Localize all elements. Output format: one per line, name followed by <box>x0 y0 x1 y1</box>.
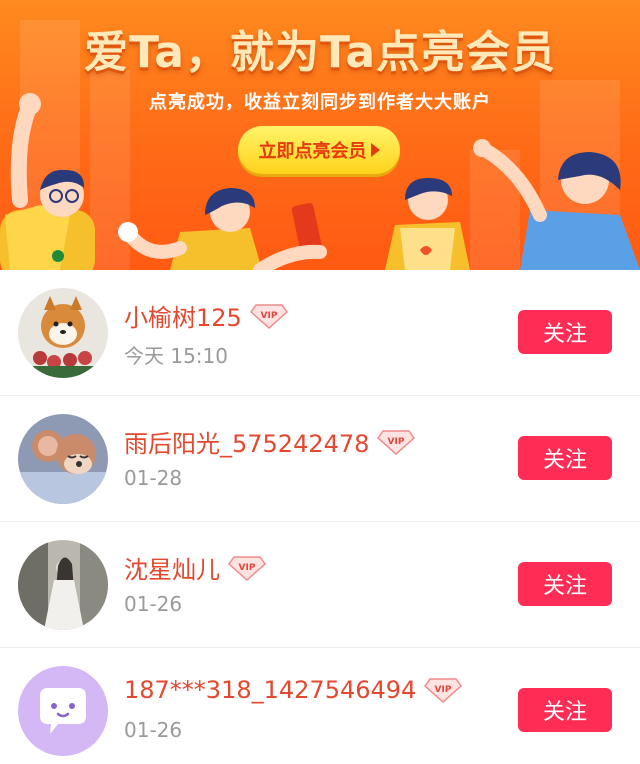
play-arrow-icon <box>370 143 380 157</box>
vip-diamond-icon <box>250 303 288 329</box>
list-item[interactable]: 187***318_1427546494 01-26 关注 <box>0 648 640 764</box>
chat-bubble-default-avatar-image <box>18 666 108 756</box>
follower-list: 小榆树125 今天 15:10 关注 雨后阳光_575242478 01-28 … <box>0 270 640 764</box>
follow-time: 今天 15:10 <box>124 344 228 368</box>
avatar[interactable] <box>18 288 108 378</box>
follow-time: 01-28 <box>124 466 183 490</box>
banner-subtitle: 点亮成功，收益立刻同步到作者大大账户 <box>149 92 491 113</box>
username[interactable]: 小榆树125 <box>124 298 242 333</box>
list-item[interactable]: 雨后阳光_575242478 01-28 关注 <box>0 396 640 522</box>
vip-diamond-icon <box>377 429 415 455</box>
follow-time: 01-26 <box>124 592 183 616</box>
avatar[interactable] <box>18 414 108 504</box>
vip-diamond-icon <box>424 677 462 703</box>
username[interactable]: 187***318_1427546494 <box>124 676 416 704</box>
vip-diamond-icon <box>228 555 266 581</box>
follow-button[interactable]: 关注 <box>518 562 612 606</box>
light-up-membership-button[interactable]: 立即点亮会员 <box>238 126 400 174</box>
follow-time: 01-26 <box>124 718 183 742</box>
cartoon-mouse-avatar-image <box>18 414 108 504</box>
banner-title: 爱Ta，就为Ta点亮会员 <box>83 27 557 78</box>
username[interactable]: 沈星灿儿 <box>124 550 220 585</box>
shiba-dog-avatar-image <box>18 288 108 378</box>
member-promo-banner[interactable]: 爱Ta，就为Ta点亮会员 点亮成功，收益立刻同步到作者大大账户 立即点亮会员 <box>0 0 640 270</box>
list-item[interactable]: 沈星灿儿 01-26 关注 <box>0 522 640 648</box>
list-item[interactable]: 小榆树125 今天 15:10 关注 <box>0 270 640 396</box>
username[interactable]: 雨后阳光_575242478 <box>124 424 369 459</box>
follow-button[interactable]: 关注 <box>518 688 612 732</box>
avatar[interactable] <box>18 666 108 756</box>
girl-in-white-dress-avatar-image <box>18 540 108 630</box>
follow-button[interactable]: 关注 <box>518 436 612 480</box>
follow-button[interactable]: 关注 <box>518 310 612 354</box>
light-up-membership-label: 立即点亮会员 <box>258 141 367 162</box>
avatar[interactable] <box>18 540 108 630</box>
